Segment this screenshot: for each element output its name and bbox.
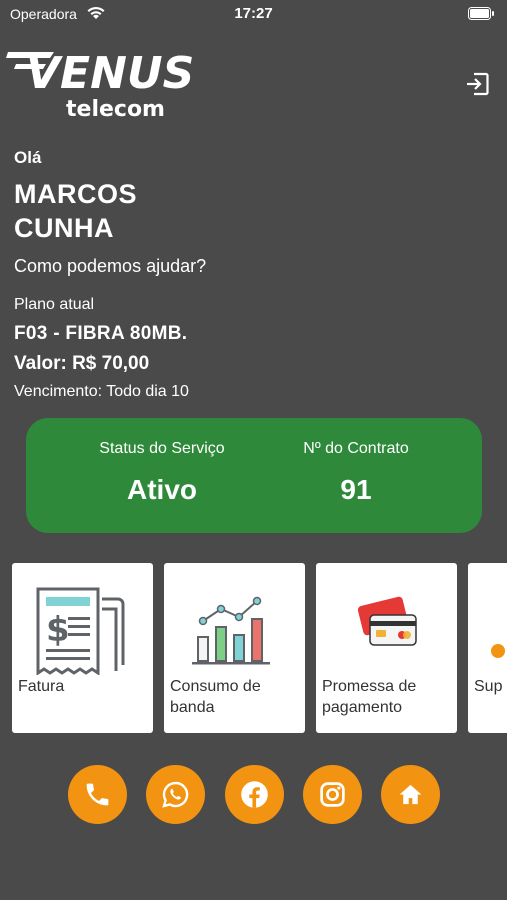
tile-label-line-1: Promessa de — [322, 678, 417, 695]
plan-label: Plano atual — [14, 296, 95, 313]
service-status-label: Status do Serviço — [99, 440, 225, 457]
contract-number: Nº do Contrato 91 — [256, 440, 456, 506]
home-icon — [399, 784, 422, 805]
phone-button[interactable] — [68, 765, 127, 824]
plan-name: F03 - FIBRA 80MB. — [14, 323, 188, 344]
contract-number-value: 91 — [340, 474, 372, 505]
phone-icon — [86, 783, 109, 806]
support-icon — [491, 644, 505, 658]
instagram-button[interactable] — [303, 765, 362, 824]
invoice-icon: $ — [36, 587, 125, 675]
services-carousel[interactable]: $ Fatura Consumo de banda Promessa de pa… — [12, 563, 507, 733]
tile-promessa-de-pagamento[interactable]: Promessa de pagamento — [316, 563, 457, 733]
status-bar: Operadora 17:27 — [0, 0, 507, 28]
customer-last-name: CUNHA — [14, 213, 114, 243]
customer-name: MARCOS CUNHA — [14, 177, 314, 245]
tile-label: Sup — [474, 676, 507, 697]
tile-label: Consumo de banda — [170, 676, 300, 718]
plan-due-date: Vencimento: Todo dia 10 — [14, 383, 189, 400]
tile-label: Fatura — [18, 676, 148, 697]
clock: 17:27 — [234, 5, 273, 22]
venus-telecom-logo: VENUS telecom — [6, 48, 194, 122]
service-status-value: Ativo — [127, 474, 197, 505]
bandwidth-chart-icon — [192, 596, 270, 665]
tile-suporte[interactable]: Sup — [468, 563, 507, 733]
greeting-hello: Olá — [14, 148, 42, 167]
contract-number-label: Nº do Contrato — [303, 440, 409, 457]
home-button[interactable] — [381, 765, 440, 824]
tile-label-line-1: Fatura — [18, 678, 65, 695]
logo-subtitle: telecom — [66, 97, 165, 122]
whatsapp-icon — [162, 781, 189, 808]
service-status-card: Status do Serviço Ativo Nº do Contrato 9… — [26, 418, 482, 533]
service-status: Status do Serviço Ativo — [62, 440, 262, 506]
logo-wordmark: VENUS — [26, 48, 194, 99]
svg-text:$: $ — [46, 610, 70, 650]
tile-label-line-2: banda — [170, 699, 215, 716]
facebook-button[interactable] — [225, 765, 284, 824]
battery-icon — [468, 7, 494, 20]
instagram-icon — [320, 782, 345, 807]
credit-card-icon — [357, 596, 417, 646]
tile-label-line-1: Sup — [474, 678, 503, 695]
tile-consumo-de-banda[interactable]: Consumo de banda — [164, 563, 305, 733]
whatsapp-button[interactable] — [146, 765, 205, 824]
logout-icon[interactable] — [463, 70, 491, 98]
tile-label-line-1: Consumo de — [170, 678, 261, 695]
customer-first-name: MARCOS — [14, 179, 137, 209]
tile-label: Promessa de pagamento — [322, 676, 452, 718]
help-prompt: Como podemos ajudar? — [14, 256, 207, 276]
tile-label-line-2: pagamento — [322, 699, 403, 716]
plan-price: Valor: R$ 70,00 — [14, 353, 150, 374]
tile-fatura[interactable]: $ Fatura — [12, 563, 153, 733]
facebook-icon — [241, 781, 268, 808]
